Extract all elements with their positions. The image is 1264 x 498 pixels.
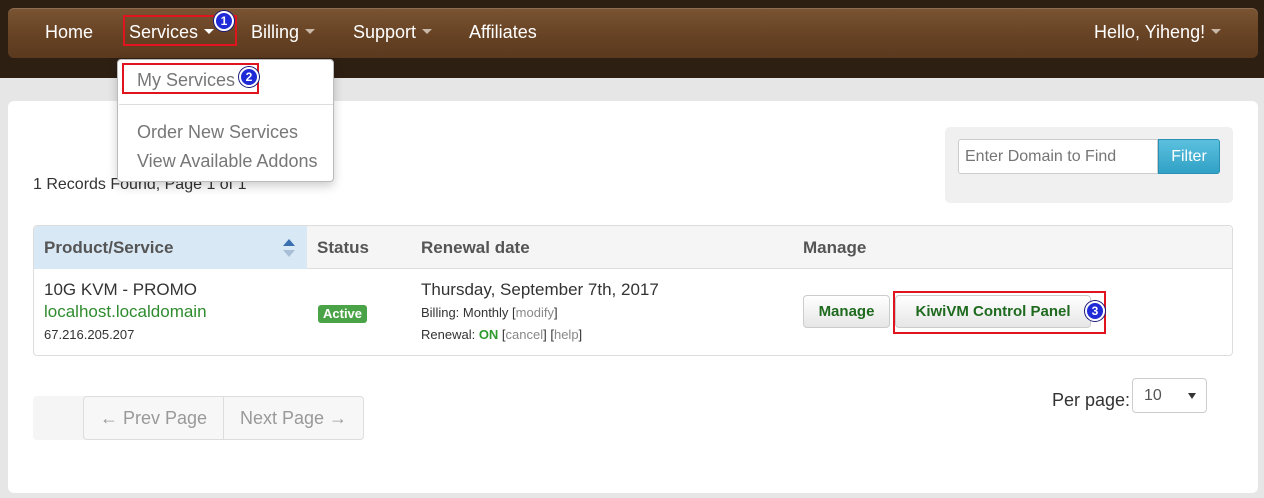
help-bracket-open: ] [	[543, 327, 554, 342]
billing-cycle: Billing: Monthly [modify]	[421, 305, 558, 320]
chevron-down-icon	[305, 28, 316, 34]
renewal-status: Renewal: ON [cancel] [help]	[421, 327, 582, 342]
per-page-select[interactable]: 10	[1132, 378, 1207, 413]
highlight-kiwivm	[893, 291, 1106, 334]
menu-divider	[119, 104, 333, 105]
nav-billing[interactable]: Billing	[251, 8, 316, 58]
per-page-value: 10	[1144, 387, 1162, 404]
filter-button[interactable]: Filter	[1158, 139, 1220, 174]
nav-home[interactable]: Home	[45, 8, 93, 58]
nav-affiliates[interactable]: Affiliates	[469, 8, 537, 58]
product-ip: 67.216.205.207	[44, 327, 135, 342]
step-marker-3: 3	[1085, 301, 1105, 321]
table-header: Product/Service Status Renewal date Mana…	[34, 226, 1232, 269]
manage-button[interactable]: Manage	[803, 295, 890, 328]
billing-bracket: ]	[553, 305, 558, 320]
sort-icon[interactable]	[282, 237, 296, 259]
help-link[interactable]: help	[554, 327, 579, 342]
prev-page-button[interactable]: ← Prev Page	[83, 396, 224, 440]
renewal-label: Renewal:	[421, 327, 479, 342]
per-page-label: Per page:	[1052, 390, 1131, 410]
product-name: 10G KVM - PROMO	[44, 280, 198, 299]
nav-support-label: Support	[353, 22, 417, 42]
step-marker-2: 2	[239, 67, 259, 87]
nav-billing-label: Billing	[251, 22, 300, 42]
column-header-product[interactable]: Product/Service	[44, 226, 173, 269]
status-badge: Active	[318, 305, 368, 323]
next-page-button[interactable]: Next Page →	[223, 396, 364, 440]
column-header-renewal[interactable]: Renewal date	[421, 226, 530, 269]
nav-home-label: Home	[45, 22, 94, 42]
column-header-status[interactable]: Status	[317, 226, 369, 269]
cancel-bracket-open: [	[498, 327, 506, 342]
help-bracket-close: ]	[578, 327, 583, 342]
product-domain-link[interactable]: localhost.localdomain	[44, 302, 207, 322]
nav-user-label: Hello, Yiheng!	[1094, 22, 1206, 42]
chevron-down-icon	[1188, 393, 1196, 399]
modify-link[interactable]: modify	[516, 305, 554, 320]
renewal-date: Thursday, September 7th, 2017	[421, 280, 659, 299]
chevron-down-icon	[1211, 28, 1222, 34]
nav-user-menu[interactable]: Hello, Yiheng!	[1094, 8, 1222, 58]
renewal-on-state: ON	[478, 327, 499, 342]
menu-item-view-addons[interactable]: View Available Addons	[137, 151, 317, 172]
chevron-down-icon	[422, 28, 433, 34]
billing-label: Billing: Monthly [	[421, 305, 516, 320]
cancel-link[interactable]: cancel	[506, 327, 544, 342]
step-marker-1: 1	[214, 11, 234, 31]
nav-affiliates-label: Affiliates	[469, 22, 537, 42]
domain-search-input[interactable]	[958, 139, 1158, 174]
column-header-manage: Manage	[803, 238, 867, 257]
nav-support[interactable]: Support	[353, 8, 433, 58]
menu-item-order-new-services[interactable]: Order New Services	[137, 122, 298, 143]
